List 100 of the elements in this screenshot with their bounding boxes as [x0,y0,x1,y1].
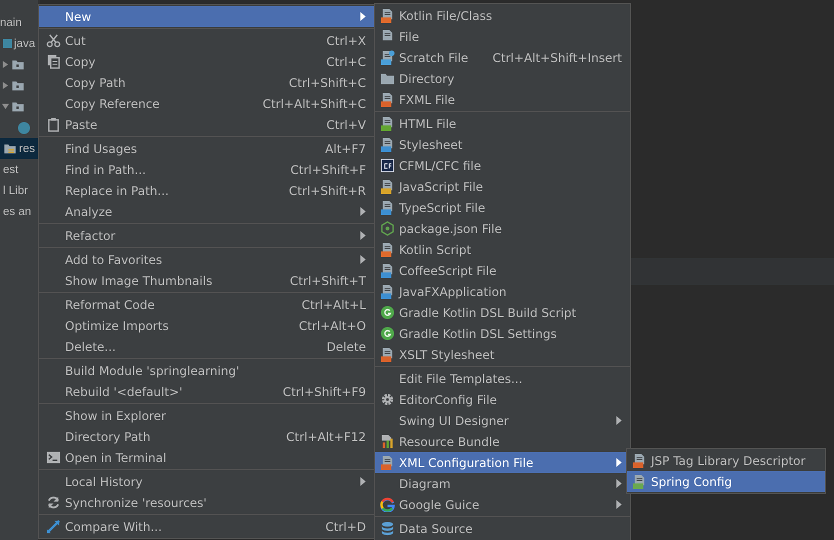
menu-item[interactable]: CFML/CFC file [375,155,630,176]
menu-item[interactable]: Edit File Templates... [375,368,630,389]
menu-item[interactable]: Reformat Code Ctrl+Alt+L [39,294,374,315]
menu-item[interactable]: Copy Ctrl+C [39,51,374,72]
menu-item[interactable]: Analyze [39,201,374,222]
menu-item[interactable]: Show Image Thumbnails Ctrl+Shift+T [39,270,374,291]
menu-item[interactable]: New [39,6,374,27]
menu-item[interactable]: Paste Ctrl+V [39,114,374,135]
menu-item[interactable]: XSLT Stylesheet [375,344,630,365]
menu-item[interactable]: Stylesheet [375,134,630,155]
tree-label: est [3,164,18,176]
shortcut-label: Ctrl+Shift+F9 [282,384,366,398]
submenu-arrow-icon [360,255,366,264]
tree-row[interactable]: java [0,33,38,54]
database-icon [380,521,394,536]
menu-item[interactable]: Build Module 'springlearning' [39,360,374,381]
collapsed-arrow-icon [2,61,9,68]
package-icon [11,100,25,113]
menu-item[interactable]: Open in Terminal [39,447,374,468]
menu-item[interactable]: Find in Path... Ctrl+Shift+F [39,159,374,180]
menu-item[interactable]: Copy Path Ctrl+Shift+C [39,72,374,93]
shortcut-label: Ctrl+Shift+R [288,184,366,198]
file-icon [380,8,394,23]
menu-item[interactable]: Scratch File Ctrl+Alt+Shift+Insert [375,47,630,68]
shortcut-label: Ctrl+Alt+L [302,298,366,312]
gradle-icon [380,305,394,320]
file-icon [380,242,394,257]
menu-item[interactable]: TypeScript File [375,197,630,218]
menu-item[interactable]: Gradle Kotlin DSL Build Script [375,302,630,323]
collapsed-arrow-icon [2,82,9,89]
file-icon [632,453,646,468]
menu-item[interactable]: Google Guice [375,494,630,515]
gear-icon [380,392,394,407]
tree-row[interactable]: res [0,138,38,159]
menu-item[interactable]: Refactor [39,225,374,246]
google-icon [380,497,394,512]
menu-item[interactable]: Show in Explorer [39,405,374,426]
menu-item[interactable]: Local History [39,471,374,492]
menu-item[interactable]: Find Usages Alt+F7 [39,138,374,159]
menu-item[interactable]: CoffeeScript File [375,260,630,281]
tree-row[interactable]: est [0,159,38,180]
shortcut-label: Ctrl+X [326,34,366,48]
package-icon [11,79,25,92]
tree-label: es an [3,206,32,218]
package-icon [11,58,25,71]
menu-item[interactable]: Swing UI Designer [375,410,630,431]
shortcut-label: Ctrl+D [325,520,366,534]
gradle-icon [380,326,394,341]
menu-item[interactable]: JavaFXApplication [375,281,630,302]
menu-item[interactable]: Kotlin File/Class [375,5,630,26]
compare-icon [46,519,60,534]
file-icon [380,263,394,278]
expanded-arrow-icon [2,103,9,110]
menu-item[interactable]: Spring Config [627,471,825,492]
submenu-arrow-icon [360,207,366,216]
class-icon [18,122,30,134]
menu-item[interactable]: Directory [375,68,630,89]
menu-item[interactable]: Rebuild '<default>' Ctrl+Shift+F9 [39,381,374,402]
menu-item[interactable]: Diagram [375,473,630,494]
submenu-arrow-icon [616,416,622,425]
tree-row[interactable]: l Libr [0,180,38,201]
menu-item[interactable]: Compare With... Ctrl+D [39,516,374,537]
menu-item[interactable]: Delete... Delete [39,336,374,357]
menu-item[interactable]: Optimize Imports Ctrl+Alt+O [39,315,374,336]
menu-item[interactable]: FXML File [375,89,630,110]
file-icon [380,116,394,131]
shortcut-label: Ctrl+Shift+F [290,162,366,176]
shortcut-label: Ctrl+Alt+O [298,318,366,332]
tree-row[interactable]: nain [0,12,38,33]
menu-item[interactable]: JavaScript File [375,176,630,197]
shortcut-label: Ctrl+C [326,54,366,68]
menu-item[interactable]: File [375,26,630,47]
tree-label: java [14,38,36,50]
menu-item[interactable]: Cut Ctrl+X [39,30,374,51]
menu-item[interactable]: Synchronize 'resources' [39,492,374,513]
menu-item[interactable]: Kotlin Script [375,239,630,260]
menu-item[interactable]: HTML File [375,113,630,134]
menu-item[interactable]: Copy Reference Ctrl+Alt+Shift+C [39,93,374,114]
menu-item[interactable]: Directory Path Ctrl+Alt+F12 [39,426,374,447]
file-icon [632,474,646,489]
submenu-arrow-icon [616,500,622,509]
file-icon [380,455,394,470]
menu-item[interactable]: package.json File [375,218,630,239]
submenu-arrow-icon [616,458,622,467]
menu-item[interactable]: Add to Favorites [39,249,374,270]
file-icon [380,92,394,107]
submenu-arrow-icon [360,477,366,486]
resources-folder-icon [3,142,17,155]
menu-item[interactable]: JSP Tag Library Descriptor [627,450,825,471]
menu-item[interactable]: Gradle Kotlin DSL Settings [375,323,630,344]
shortcut-label: Ctrl+Alt+Shift+Insert [492,50,622,64]
file-icon [380,137,394,152]
file-icon [380,50,394,65]
menu-item[interactable]: EditorConfig File [375,389,630,410]
menu-item[interactable]: Data Source [375,518,630,539]
menu-item[interactable]: Replace in Path... Ctrl+Shift+R [39,180,374,201]
file-icon [380,284,394,299]
shortcut-label: Ctrl+Alt+Shift+C [262,96,366,110]
tree-row[interactable]: es an [0,201,38,222]
menu-item[interactable]: Resource Bundle [375,431,630,452]
